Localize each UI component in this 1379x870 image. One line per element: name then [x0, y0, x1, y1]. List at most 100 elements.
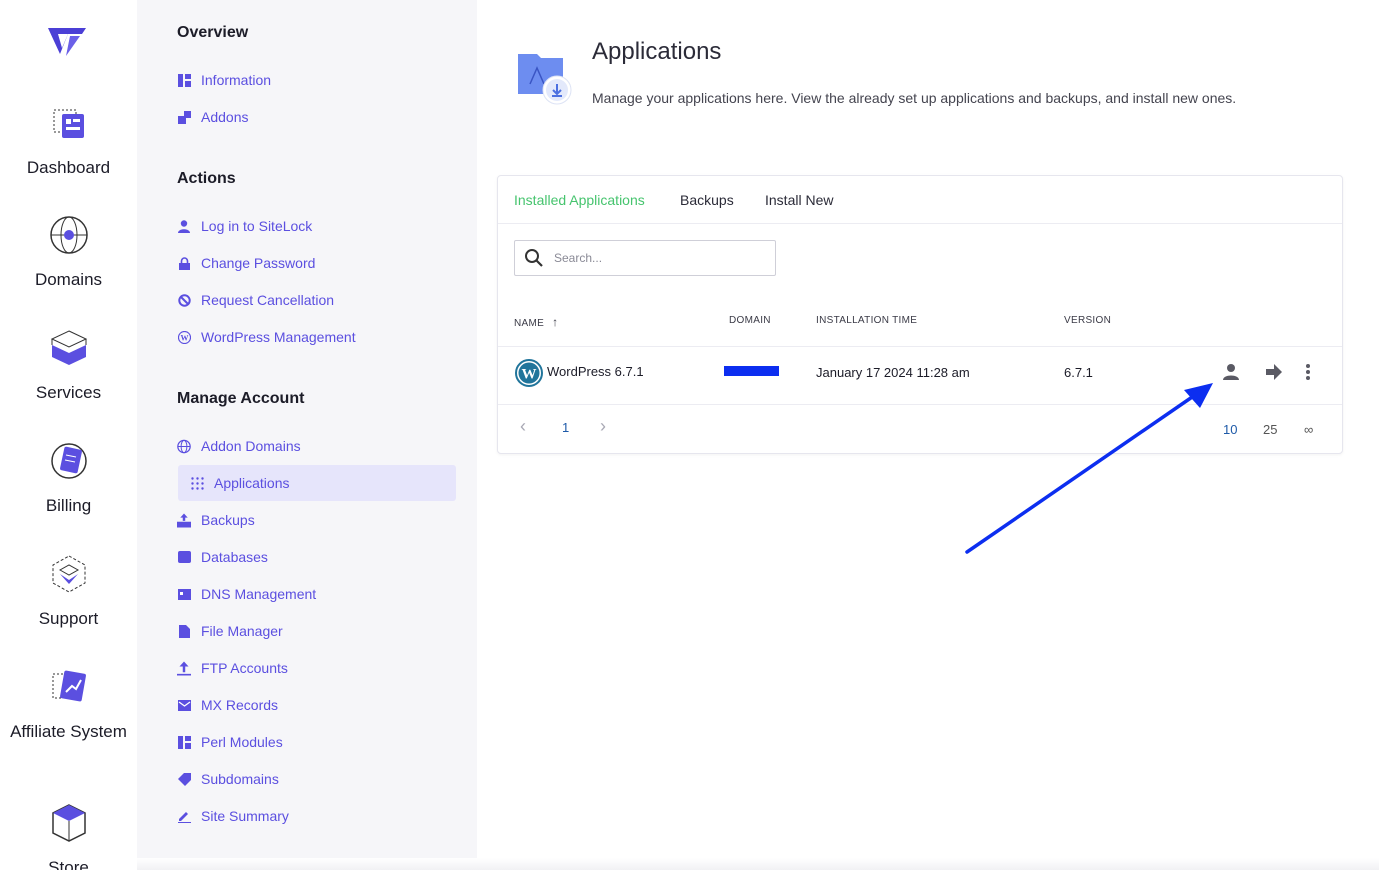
lock-icon [177, 256, 191, 270]
nav-site-summary-label: Site Summary [201, 808, 289, 824]
column-name-label: NAME [514, 318, 545, 329]
column-header-domain[interactable]: DOMAIN [729, 315, 771, 326]
tab-installed-applications[interactable]: Installed Applications [514, 192, 645, 208]
nav-addon-domains[interactable]: Addon Domains [177, 434, 301, 458]
nav-addons-label: Addons [201, 109, 249, 125]
tab-install-new[interactable]: Install New [765, 192, 833, 208]
rail-dashboard[interactable]: Dashboard [0, 102, 137, 180]
per-page-all[interactable]: ∞ [1304, 422, 1313, 437]
nav-dns-management[interactable]: DNS Management [177, 582, 316, 606]
tag-icon [177, 772, 191, 786]
rail-store-label: Store [48, 858, 89, 870]
nav-dns-management-label: DNS Management [201, 586, 317, 602]
nav-ftp-accounts[interactable]: FTP Accounts [177, 656, 288, 680]
redaction-mark [724, 366, 779, 376]
nav-mx-records-label: MX Records [201, 697, 279, 713]
nav-subdomains[interactable]: Subdomains [177, 767, 279, 791]
nav-information[interactable]: Information [177, 68, 271, 92]
nav-sitelock-login[interactable]: Log in to SiteLock [177, 214, 312, 238]
upload-icon [177, 661, 191, 675]
search-icon [525, 249, 543, 267]
pagination-page-1[interactable]: 1 [562, 420, 569, 435]
nav-databases[interactable]: Databases [177, 545, 268, 569]
applications-folder-icon [518, 54, 572, 105]
dns-icon [177, 587, 191, 601]
file-icon [177, 624, 191, 638]
app-installation-time: January 17 2024 11:28 am [816, 365, 970, 380]
nav-site-summary[interactable]: Site Summary [177, 804, 289, 828]
rail-affiliate-label: Affiliate System [10, 722, 127, 741]
apps-grid-icon [190, 476, 204, 490]
database-icon [177, 550, 191, 564]
login-admin-button[interactable] [1219, 360, 1243, 384]
globe-icon [177, 439, 191, 453]
nav-file-manager[interactable]: File Manager [177, 619, 283, 643]
bottom-edge [137, 858, 1379, 870]
header-divider [498, 346, 1342, 347]
overview-heading: Overview [177, 24, 249, 41]
section-nav: Overview Information Addons Actions Log … [137, 0, 477, 870]
user-icon [1223, 364, 1239, 380]
nav-backups[interactable]: Backups [177, 508, 255, 532]
store-icon [51, 804, 86, 842]
nav-perl-modules-label: Perl Modules [201, 734, 283, 750]
rail-store[interactable]: Store [0, 802, 137, 870]
nav-information-label: Information [201, 72, 272, 88]
rail-services[interactable]: Services [0, 327, 137, 405]
column-header-name[interactable]: NAME ↑ [514, 315, 558, 329]
nav-mx-records[interactable]: MX Records [177, 693, 278, 717]
rail-billing-label: Billing [45, 496, 92, 515]
rail-domains-label: Domains [34, 270, 103, 289]
column-header-installation-time[interactable]: INSTALLATION TIME [816, 315, 917, 326]
nav-wordpress-management[interactable]: W WordPress Management [177, 325, 356, 349]
brand-logo[interactable] [46, 24, 88, 58]
nav-databases-label: Databases [201, 549, 268, 565]
open-site-button[interactable] [1262, 360, 1286, 384]
pencil-icon [177, 809, 191, 823]
search-input[interactable] [554, 251, 754, 265]
rail-billing[interactable]: Billing [0, 440, 137, 518]
nav-change-password[interactable]: Change Password [177, 251, 315, 275]
main-content: Applications Manage your applications he… [477, 0, 1379, 870]
svg-text:W: W [522, 367, 537, 383]
nav-ftp-accounts-label: FTP Accounts [201, 660, 288, 676]
billing-icon [50, 443, 87, 479]
pagination-prev-button[interactable]: ‹ [520, 416, 526, 437]
nav-addons[interactable]: Addons [177, 105, 248, 129]
tab-backups[interactable]: Backups [680, 192, 734, 208]
nav-file-manager-label: File Manager [201, 623, 283, 639]
nav-subdomains-label: Subdomains [201, 771, 279, 787]
more-actions-button[interactable] [1296, 360, 1320, 384]
nav-applications[interactable]: Applications [178, 465, 456, 501]
arrow-right-icon [1266, 364, 1282, 380]
wordpress-logo-icon: W [515, 359, 543, 387]
sort-ascending-icon: ↑ [552, 315, 559, 329]
nav-request-cancellation[interactable]: Request Cancellation [177, 288, 334, 312]
support-icon [52, 555, 85, 593]
pagination-next-button[interactable]: › [600, 416, 606, 437]
nav-change-password-label: Change Password [201, 255, 316, 271]
module-icon [177, 735, 191, 749]
nav-perl-modules[interactable]: Perl Modules [177, 730, 283, 754]
icon-rail: Dashboard Domains Services Billing Suppo… [0, 0, 137, 870]
kebab-menu-icon [1306, 364, 1310, 380]
per-page-25[interactable]: 25 [1263, 422, 1277, 437]
per-page-10[interactable]: 10 [1223, 422, 1237, 437]
rail-support-label: Support [38, 609, 99, 628]
svg-text:W: W [180, 333, 188, 342]
nav-backups-label: Backups [201, 512, 255, 528]
app-name[interactable]: WordPress 6.7.1 [547, 364, 644, 379]
column-header-version[interactable]: VERSION [1064, 315, 1111, 326]
row-divider [498, 404, 1342, 405]
addons-icon [177, 110, 191, 124]
actions-heading: Actions [177, 170, 236, 187]
rail-support[interactable]: Support [0, 553, 137, 631]
rail-affiliate[interactable]: Affiliate System [0, 666, 137, 744]
ban-icon [177, 293, 191, 307]
rail-services-label: Services [35, 383, 102, 402]
rail-domains[interactable]: Domains [0, 214, 137, 292]
search-box [514, 240, 776, 276]
affiliate-icon [52, 670, 86, 702]
nav-request-cancellation-label: Request Cancellation [201, 292, 335, 308]
nav-wordpress-management-label: WordPress Management [201, 329, 356, 345]
